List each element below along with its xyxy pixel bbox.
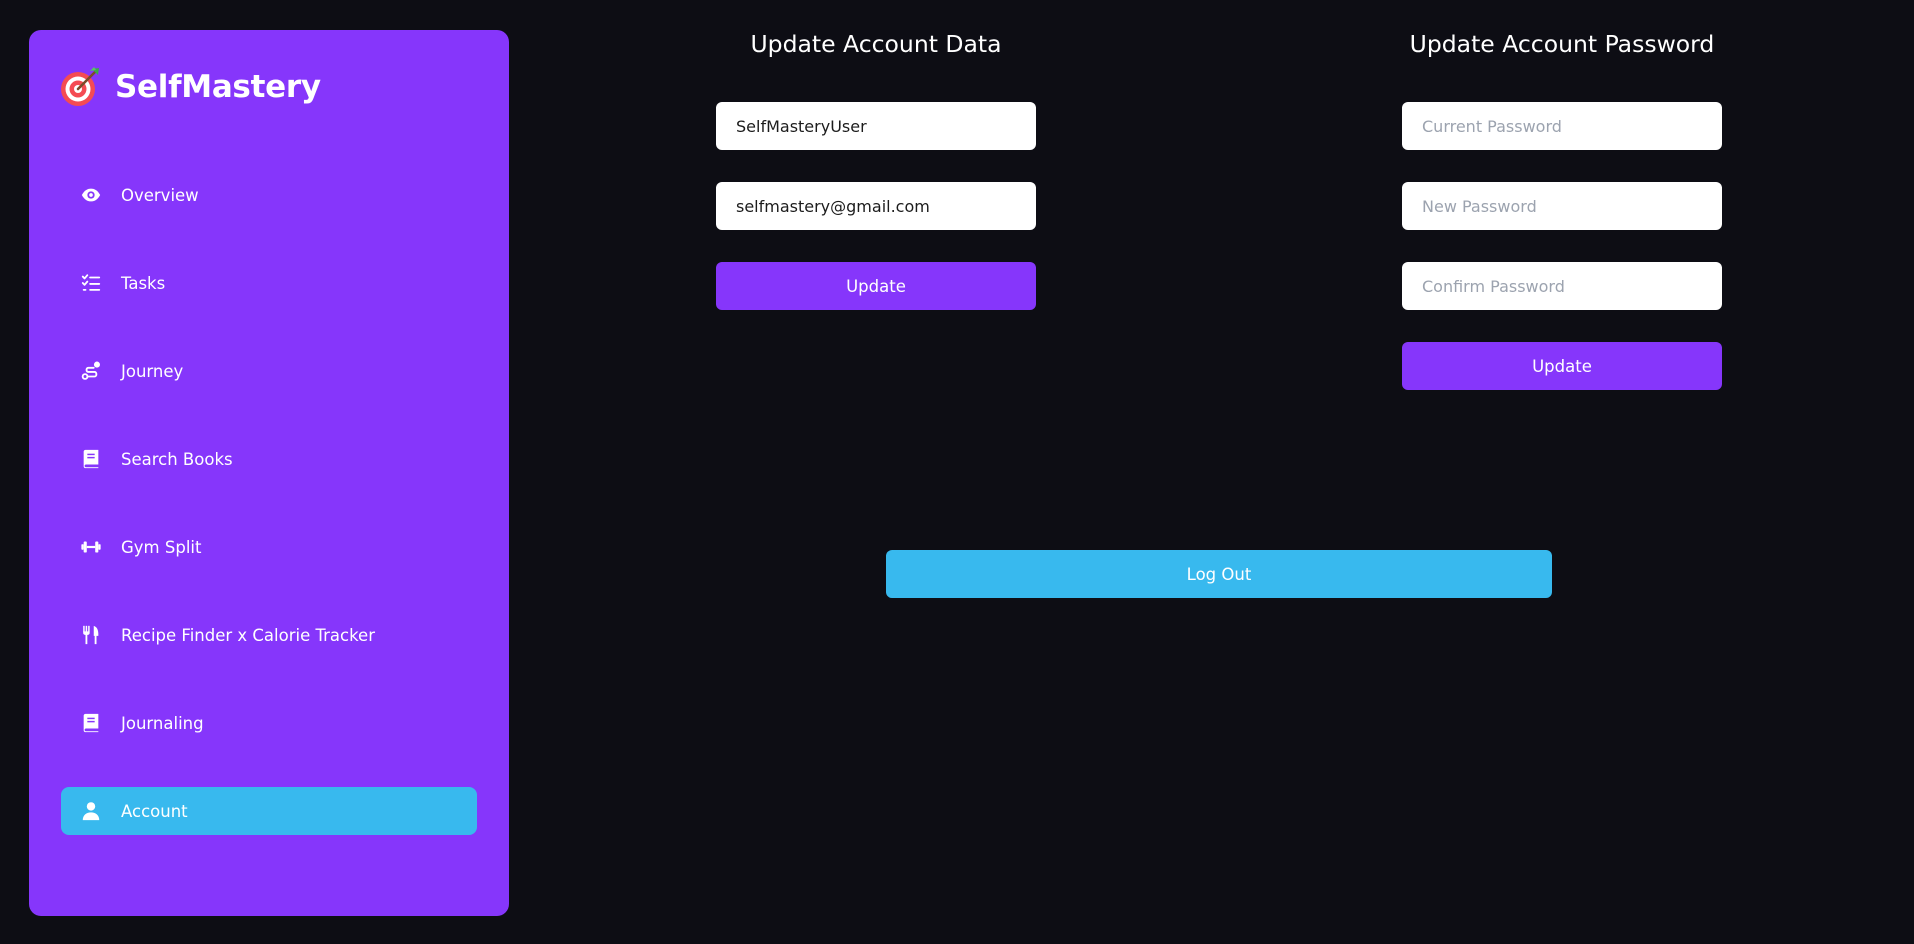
journal-icon <box>79 711 103 735</box>
update-account-data-button[interactable]: Update <box>716 262 1036 310</box>
account-password-title: Update Account Password <box>1409 30 1715 58</box>
checklist-icon <box>79 271 103 295</box>
account-data-title: Update Account Data <box>750 30 1002 58</box>
route-icon <box>79 359 103 383</box>
sidebar-item-overview[interactable]: Overview <box>61 171 477 219</box>
brand[interactable]: SelfMastery <box>59 62 321 112</box>
sidebar-item-label: Journey <box>121 361 184 381</box>
sidebar-item-tasks[interactable]: Tasks <box>61 259 477 307</box>
dumbbell-icon <box>79 535 103 559</box>
eye-icon <box>79 183 103 207</box>
sidebar-item-label: Recipe Finder x Calorie Tracker <box>121 625 375 645</box>
sidebar-item-search-books[interactable]: Search Books <box>61 435 477 483</box>
update-password-button[interactable]: Update <box>1402 342 1722 390</box>
logout-button[interactable]: Log Out <box>886 550 1552 598</box>
account-data-section: Update Account Data Update <box>716 0 1036 320</box>
account-password-section: Update Account Password Update <box>1402 0 1722 400</box>
user-icon <box>79 799 103 823</box>
sidebar-item-label: Search Books <box>121 449 233 469</box>
sidebar-item-label: Account <box>121 801 188 821</box>
utensils-icon <box>79 623 103 647</box>
confirm-password-input[interactable] <box>1402 262 1722 310</box>
sidebar-item-label: Tasks <box>121 273 166 293</box>
new-password-input[interactable] <box>1402 182 1722 230</box>
target-dart-icon <box>61 67 99 106</box>
sidebar: SelfMastery Overview Tasks Journey Searc… <box>29 30 509 916</box>
sidebar-item-label: Overview <box>121 185 199 205</box>
sidebar-item-label: Gym Split <box>121 537 202 557</box>
email-input[interactable] <box>716 182 1036 230</box>
brand-name: SelfMastery <box>115 69 321 105</box>
book-icon <box>79 447 103 471</box>
username-input[interactable] <box>716 102 1036 150</box>
sidebar-item-journaling[interactable]: Journaling <box>61 699 477 747</box>
sidebar-item-recipe-finder[interactable]: Recipe Finder x Calorie Tracker <box>61 611 477 659</box>
sidebar-item-journey[interactable]: Journey <box>61 347 477 395</box>
sidebar-item-account[interactable]: Account <box>61 787 477 835</box>
sidebar-item-gym-split[interactable]: Gym Split <box>61 523 477 571</box>
sidebar-item-label: Journaling <box>121 713 204 733</box>
current-password-input[interactable] <box>1402 102 1722 150</box>
